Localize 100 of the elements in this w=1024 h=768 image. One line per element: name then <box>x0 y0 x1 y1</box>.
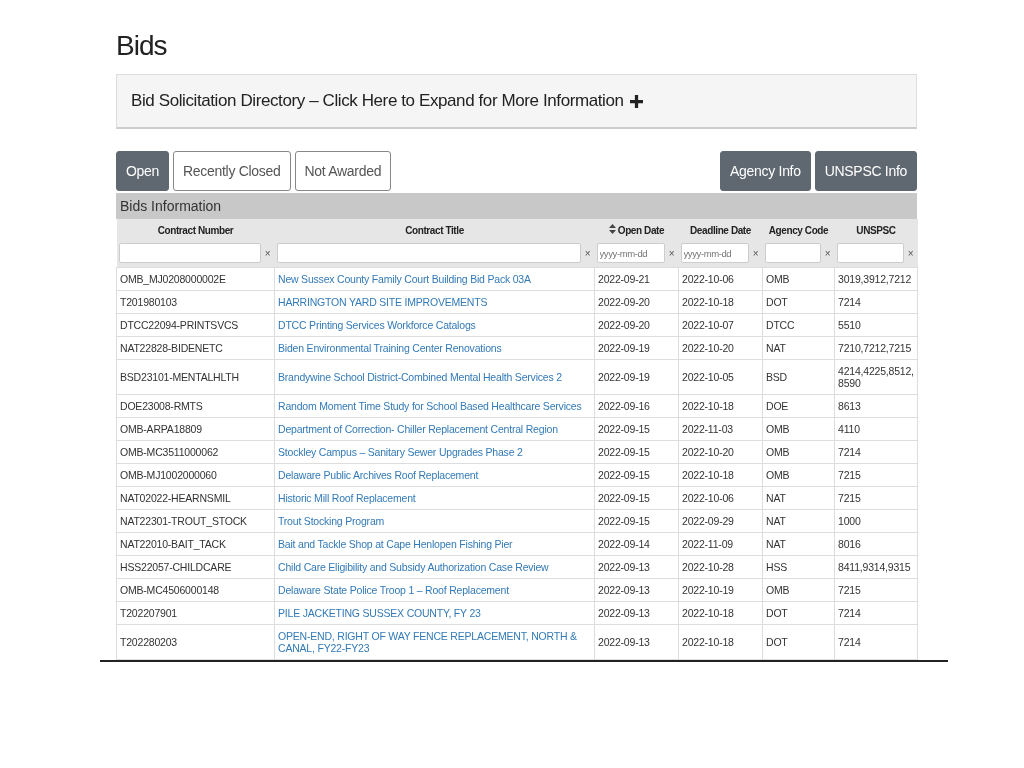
contract-link[interactable]: Bait and Tackle Shop at Cape Henlopen Fishing Pier <box>278 538 591 550</box>
table-cell: T202207901 <box>116 601 275 625</box>
contract-link[interactable]: Stockley Campus – Sanitary Sewer Upgrades Phase 2 <box>278 446 591 458</box>
table-cell: 2022-09-15 <box>594 417 679 441</box>
table-cell: 2022-09-15 <box>594 463 679 487</box>
info-button[interactable]: UNSPSC Info <box>814 151 917 191</box>
column-header[interactable]: Deadline Date <box>678 219 763 241</box>
table-cell: 2022-10-18 <box>678 624 763 660</box>
column-header[interactable]: Agency Code <box>762 219 835 241</box>
column-header[interactable]: UNSPSC <box>834 219 918 241</box>
table-cell: 8411,9314,9315 <box>834 555 918 579</box>
table-cell: DOE23008-RMTS <box>116 394 275 418</box>
contract-link[interactable]: New Sussex County Family Court Building Bid Pack 03A <box>278 273 591 285</box>
clear-button[interactable]: × <box>582 247 593 259</box>
info-button[interactable]: Agency Info <box>720 151 811 191</box>
table-cell: 2022-10-19 <box>678 578 763 602</box>
table-cell: 2022-10-06 <box>678 267 763 291</box>
table-cell: 2022-10-28 <box>678 555 763 579</box>
contract-link[interactable]: Child Care Eligibility and Subsidy Authorization Case Review <box>278 561 591 573</box>
clear-button[interactable]: × <box>750 247 761 259</box>
table-cell: 2022-09-15 <box>594 509 679 533</box>
table-cell: OMB <box>762 417 835 441</box>
table-cell: DOT <box>762 624 835 660</box>
table-cell: T201980103 <box>116 290 275 314</box>
contract-link[interactable]: DTCC Printing Services Workforce Catalogs <box>278 319 591 331</box>
table-cell: 2022-09-20 <box>594 313 679 337</box>
table-cell: 3019,3912,7212 <box>834 267 918 291</box>
sort-icon[interactable] <box>608 224 616 234</box>
column-header[interactable]: Contract Number <box>116 219 275 241</box>
table-cell: NAT <box>762 509 835 533</box>
page-title: Bids <box>116 30 168 63</box>
table-cell: NAT <box>762 486 835 510</box>
contract-link[interactable]: Biden Environmental Training Center Renovations <box>278 342 591 354</box>
filter-tab[interactable]: Recently Closed <box>173 151 291 191</box>
table-cell: 7214 <box>834 624 918 660</box>
table-cell: 4110 <box>834 417 918 441</box>
table-cell: 7214 <box>834 290 918 314</box>
filter-field[interactable] <box>764 243 821 263</box>
contract-link[interactable]: Trout Stocking Program <box>278 515 591 527</box>
clear-button[interactable]: × <box>822 247 833 259</box>
table-cell: 1000 <box>834 509 918 533</box>
clear-button[interactable]: × <box>262 247 273 259</box>
contract-link[interactable]: Random Moment Time Study for School Based Healthcare Services <box>278 400 591 412</box>
contract-link[interactable]: Delaware State Police Troop 1 – Roof Replacement <box>278 584 591 596</box>
table-cell: DTCC <box>762 313 835 337</box>
contract-link[interactable]: PILE JACKETING SUSSEX COUNTY, FY 23 <box>278 607 591 619</box>
column-header[interactable]: Contract Title <box>274 219 595 241</box>
table-cell: 2022-11-09 <box>678 532 763 556</box>
contract-link[interactable]: Historic Mill Roof Replacement <box>278 492 591 504</box>
table-cell: OMB <box>762 440 835 464</box>
contract-link[interactable]: Delaware Public Archives Roof Replacement <box>278 469 591 481</box>
table-cell: BSD <box>762 359 835 395</box>
table-cell: 2022-10-06 <box>678 486 763 510</box>
filter-tab[interactable]: Not Awarded <box>294 151 392 191</box>
filter-field[interactable] <box>836 243 904 263</box>
filter-field[interactable] <box>118 243 261 263</box>
table-cell: HSS22057-CHILDCARE <box>116 555 275 579</box>
table-cell: DOE <box>762 394 835 418</box>
plus-icon <box>629 94 643 108</box>
contract-link[interactable]: OPEN-END, RIGHT OF WAY FENCE REPLACEMENT, NORTH & CANAL, FY22-FY23 <box>278 630 591 654</box>
clear-button[interactable]: × <box>666 247 677 259</box>
table-cell: 2022-10-18 <box>678 463 763 487</box>
filter-tab[interactable]: Open <box>116 151 170 191</box>
table-cell: OMB_MJ0208000002E <box>116 267 275 291</box>
table-cell: NAT <box>762 532 835 556</box>
table-cell: 2022-09-21 <box>594 267 679 291</box>
table-cell: 2022-09-20 <box>594 290 679 314</box>
table-cell: 2022-09-16 <box>594 394 679 418</box>
column-header[interactable]: Open Date <box>594 219 679 241</box>
contract-link[interactable]: Department of Correction- Chiller Replacement Central Region <box>278 423 591 435</box>
clear-button[interactable]: × <box>905 247 916 259</box>
table-cell: 2022-09-29 <box>678 509 763 533</box>
table-cell: 7210,7212,7215 <box>834 336 918 360</box>
table-cell: 8016 <box>834 532 918 556</box>
table-cell: 2022-09-15 <box>594 440 679 464</box>
filter-field[interactable]: yyyy-mm-dd <box>680 243 749 263</box>
table-caption: Bids Information <box>116 193 917 219</box>
table-cell: 2022-10-18 <box>678 290 763 314</box>
table-cell: 2022-09-13 <box>594 601 679 625</box>
table-cell: NAT02022-HEARNSMIL <box>116 486 275 510</box>
filter-field[interactable]: yyyy-mm-dd <box>596 243 665 263</box>
table-cell: 2022-11-03 <box>678 417 763 441</box>
table-cell: 2022-10-18 <box>678 601 763 625</box>
contract-link[interactable]: HARRINGTON YARD SITE IMPROVEMENTS <box>278 296 591 308</box>
table-cell: NAT22010-BAIT_TACK <box>116 532 275 556</box>
table-cell: 2022-09-13 <box>594 555 679 579</box>
table-cell: 7215 <box>834 578 918 602</box>
table-cell: T202280203 <box>116 624 275 660</box>
directory-expander[interactable]: Bid Solicitation Directory – Click Here to Expand for More Information <box>116 74 917 129</box>
table-cell: OMB <box>762 267 835 291</box>
contract-link[interactable]: Brandywine School District-Combined Mental Health Services 2 <box>278 371 591 383</box>
table-cell: 2022-10-18 <box>678 394 763 418</box>
filter-field[interactable] <box>276 243 581 263</box>
table-cell: DTCC22094-PRINTSVCS <box>116 313 275 337</box>
table-cell: OMB <box>762 578 835 602</box>
table-cell: OMB-MJ1002000060 <box>116 463 275 487</box>
table-cell: 2022-10-20 <box>678 336 763 360</box>
table-cell: NAT22828-BIDENETC <box>116 336 275 360</box>
table-cell: 2022-09-15 <box>594 486 679 510</box>
table-cell: BSD23101-MENTALHLTH <box>116 359 275 395</box>
